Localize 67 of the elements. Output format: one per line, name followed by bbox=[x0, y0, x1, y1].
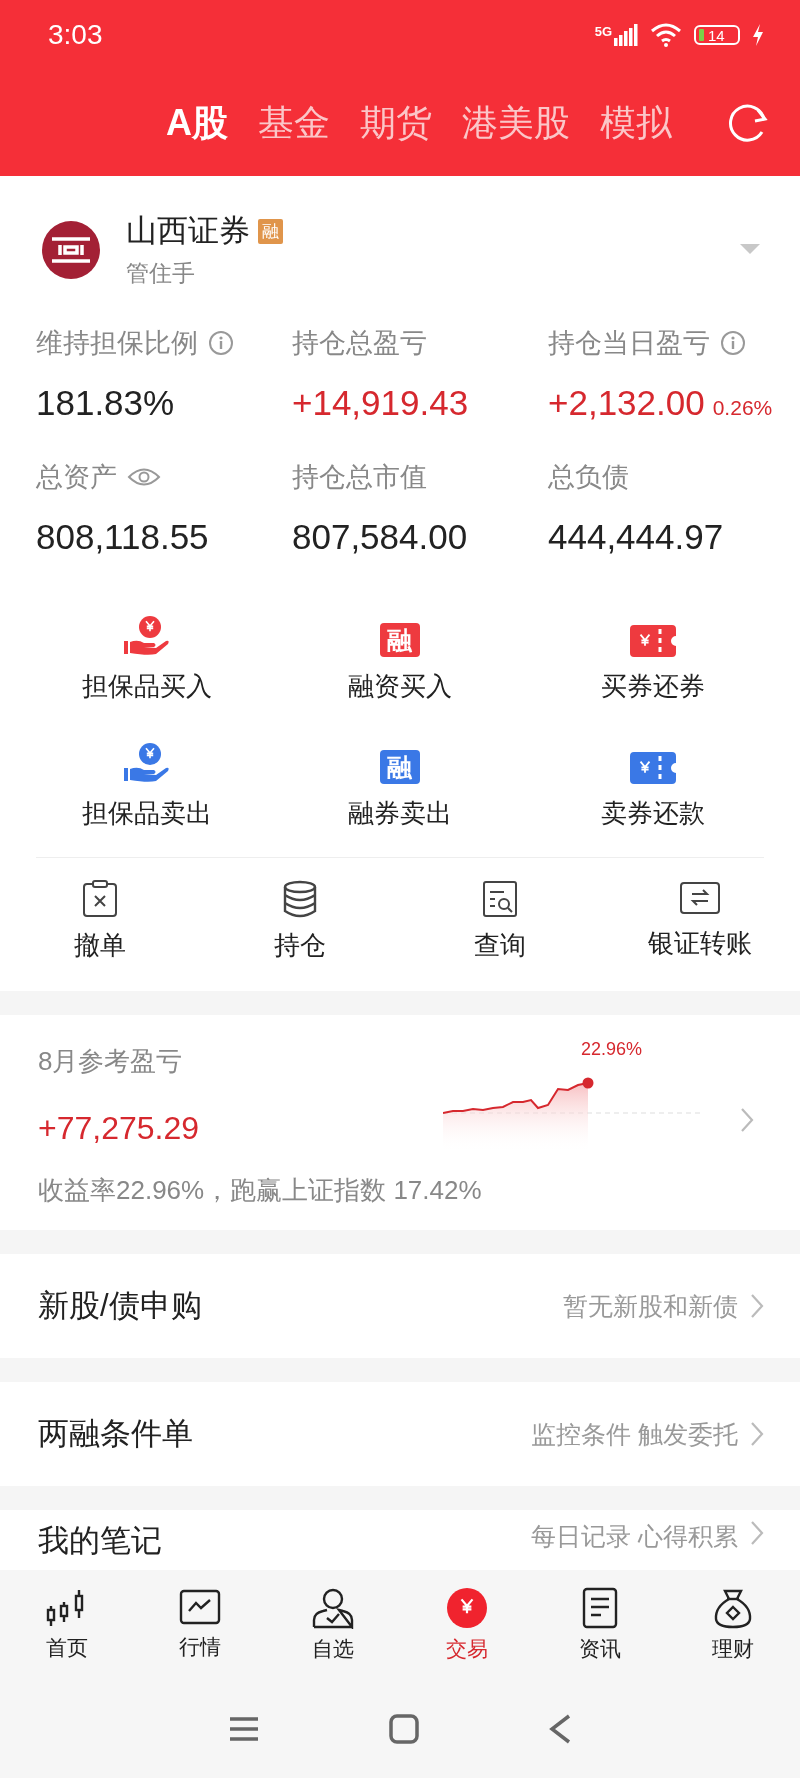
tool-shortcut[interactable]: 撤单 bbox=[0, 880, 200, 963]
trade-action[interactable]: 卖券还款 bbox=[526, 742, 780, 831]
nav-tab[interactable]: 自选 bbox=[266, 1570, 400, 1680]
eye-icon[interactable] bbox=[127, 466, 161, 488]
stat-value: +2,132.00 bbox=[548, 383, 705, 423]
status-time: 3:03 bbox=[48, 19, 104, 51]
trade-action[interactable]: 担保品买入 bbox=[20, 615, 274, 704]
nav-tab[interactable]: 理财 bbox=[666, 1570, 800, 1680]
wifi-icon bbox=[650, 23, 682, 47]
stat-percent: 0.26% bbox=[712, 396, 773, 420]
home-icon[interactable] bbox=[389, 1714, 419, 1744]
chevron-icon bbox=[750, 1293, 764, 1319]
database-icon bbox=[282, 880, 318, 918]
info-icon[interactable] bbox=[720, 330, 746, 356]
nav-tab[interactable]: 资讯 bbox=[533, 1570, 667, 1680]
menu-row[interactable]: 两融条件单 监控条件 触发委托 bbox=[0, 1382, 800, 1486]
rong-icon: 融 bbox=[380, 750, 420, 784]
monthly-profit: +77,275.29 bbox=[38, 1109, 201, 1147]
stat-label: 持仓总盈亏 bbox=[292, 327, 427, 360]
stat-label: 总资产 bbox=[36, 461, 117, 494]
charging-icon bbox=[752, 24, 764, 46]
refresh-icon[interactable] bbox=[726, 102, 768, 144]
line-chart-icon bbox=[179, 1589, 221, 1627]
stat-value: +14,919.43 bbox=[292, 383, 469, 423]
info-icon[interactable] bbox=[208, 330, 234, 356]
transfer-icon bbox=[679, 880, 721, 916]
stat-value: 808,118.55 bbox=[36, 517, 209, 557]
nav-tab[interactable]: 行情 bbox=[133, 1570, 267, 1680]
chevron-icon bbox=[750, 1421, 764, 1447]
monthly-title: 8月参考盈亏 bbox=[38, 1044, 184, 1078]
tool-shortcut[interactable]: 查询 bbox=[400, 880, 600, 963]
trade-action[interactable]: 担保品卖出 bbox=[20, 742, 274, 831]
nav-tab[interactable]: 交易 bbox=[400, 1570, 534, 1680]
stat-label: 持仓当日盈亏 bbox=[548, 327, 710, 360]
menu-row[interactable]: 新股/债申购 暂无新股和新债 bbox=[0, 1254, 800, 1358]
trade-action[interactable]: 买券还券 bbox=[526, 615, 780, 704]
tool-shortcut[interactable]: 持仓 bbox=[200, 880, 400, 963]
broker-name: 山西证券 bbox=[126, 212, 250, 250]
person-check-icon bbox=[311, 1587, 356, 1629]
monthly-summary: 收益率22.96%，跑赢上证指数 17.42% bbox=[38, 1174, 483, 1207]
tool-shortcut[interactable]: 银证转账 bbox=[600, 880, 800, 963]
broker-logo bbox=[40, 218, 102, 281]
menu-row[interactable]: 我的笔记 每日记录 心得积累 bbox=[0, 1510, 800, 1572]
stat-label: 维持担保比例 bbox=[36, 327, 198, 360]
document-icon bbox=[581, 1587, 618, 1629]
trade-action[interactable]: 融 融资买入 bbox=[273, 615, 527, 704]
peak-label: 22.96% bbox=[581, 1039, 643, 1060]
stat-value: 807,584.00 bbox=[292, 517, 468, 557]
trade-action[interactable]: 融 融券卖出 bbox=[273, 742, 527, 831]
nav-tab[interactable]: 首页 bbox=[0, 1570, 134, 1680]
menu-icon[interactable] bbox=[229, 1716, 259, 1742]
market-tab[interactable]: A股 bbox=[166, 98, 228, 148]
stat-label: 总负债 bbox=[548, 461, 629, 494]
money-bag-icon bbox=[713, 1587, 754, 1629]
yen-icon bbox=[445, 1587, 488, 1629]
stat-value: 444,444.97 bbox=[548, 517, 724, 557]
clipboard-x-icon bbox=[82, 880, 118, 918]
account-nickname: 管住手 bbox=[126, 259, 196, 288]
margin-tag: 融 bbox=[258, 218, 283, 244]
rong-icon: 融 bbox=[380, 623, 420, 657]
chevron-icon bbox=[740, 1106, 754, 1133]
battery-icon: 14 bbox=[694, 25, 740, 45]
back-icon[interactable] bbox=[549, 1714, 571, 1744]
chevron-icon bbox=[750, 1520, 764, 1546]
stat-label: 持仓总市值 bbox=[292, 461, 427, 494]
stat-value: 181.83% bbox=[36, 383, 175, 423]
search-doc-icon bbox=[482, 880, 518, 918]
